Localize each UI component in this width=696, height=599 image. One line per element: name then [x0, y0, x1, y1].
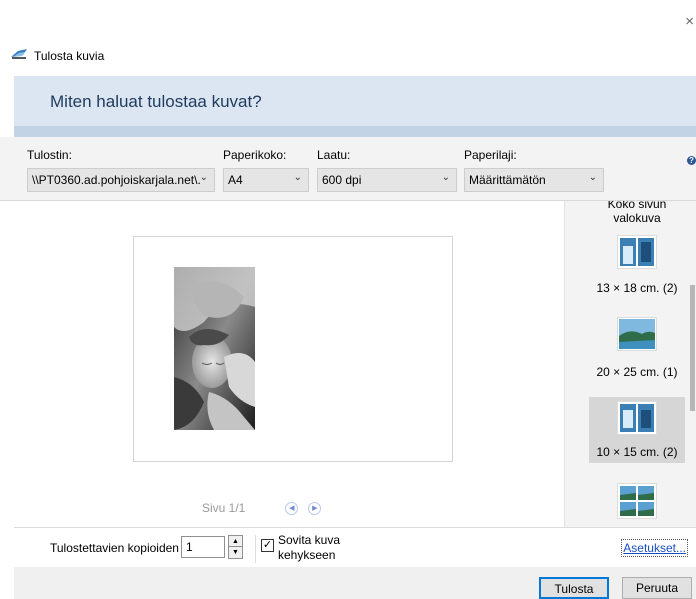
print-pictures-dialog: × Tulosta kuvia Miten haluat tulostaa ku… [0, 0, 696, 599]
preview-page [133, 236, 453, 462]
layout-thumbnail [617, 401, 657, 435]
next-page-icon[interactable]: ▶ [308, 501, 322, 515]
layout-10x15[interactable]: 10 × 15 cm. (2) [589, 397, 685, 463]
divider [255, 535, 256, 563]
paper-size-value: A4 [228, 173, 243, 187]
cancel-button[interactable]: Peruuta [622, 577, 692, 599]
printer-select[interactable]: \\PT0360.ad.pohjoiskarjala.net\. ⌄ [27, 168, 215, 192]
settings-link[interactable]: Asetukset... [621, 539, 688, 557]
quality-select[interactable]: 600 dpi ⌄ [317, 168, 457, 192]
layout-caption: 20 × 25 cm. (1) [596, 365, 678, 379]
layout-thumbnail [617, 317, 657, 351]
help-icon[interactable]: ? [687, 156, 696, 165]
increment-icon[interactable]: ▲ [229, 536, 242, 547]
layout-header: Koko sivun valokuva [607, 201, 667, 225]
close-icon[interactable]: × [685, 14, 694, 29]
layout-wallet[interactable] [589, 481, 685, 527]
printer-value: \\PT0360.ad.pohjoiskarjala.net\. [32, 173, 201, 187]
footer-options: Tulostettavien kopioiden 1 ▲ ▼ ✓ Sovita … [14, 527, 696, 567]
print-preview: Sivu 1/1 ◀ ▶ [14, 201, 564, 527]
layout-20x25[interactable]: 20 × 25 cm. (1) [589, 315, 685, 383]
paper-type-label: Paperilaji: [464, 148, 517, 162]
layout-list: Koko sivun valokuva 13 × 18 cm. (2) 20 ×… [564, 201, 696, 527]
quality-label: Laatu: [317, 148, 351, 162]
header-banner: Miten haluat tulostaa kuvat? [14, 76, 696, 126]
quality-value: 600 dpi [322, 173, 362, 187]
fit-picture-label: Sovita kuva kehykseen [278, 533, 341, 562]
copies-stepper[interactable]: ▲ ▼ [228, 535, 243, 559]
page-title: Miten haluat tulostaa kuvat? [50, 92, 262, 111]
paper-type-select[interactable]: Määrittämätön ⌄ [464, 168, 604, 192]
copies-input[interactable]: 1 [181, 536, 225, 558]
layout-13x18[interactable]: 13 × 18 cm. (2) [589, 233, 685, 299]
title-bar: Tulosta kuvia [10, 48, 104, 63]
paper-size-label: Paperikoko: [223, 148, 287, 162]
printer-label: Tulostin: [27, 148, 72, 162]
decrement-icon[interactable]: ▼ [229, 547, 242, 558]
button-bar: Tulosta Peruuta [14, 567, 696, 599]
print-button[interactable]: Tulosta [539, 577, 609, 599]
banner-divider [14, 126, 696, 137]
layout-thumbnail [617, 235, 657, 269]
paper-type-value: Määrittämätön [469, 173, 546, 187]
preview-photo [174, 267, 255, 430]
previous-page-icon[interactable]: ◀ [285, 501, 299, 515]
chevron-down-icon: ⌄ [441, 172, 450, 183]
copies-label: Tulostettavien kopioiden [50, 541, 179, 555]
page-indicator: Sivu 1/1 [202, 501, 246, 515]
layout-scroll-thumb[interactable] [690, 285, 695, 411]
page-navigator: Sivu 1/1 ◀ ▶ [202, 501, 322, 515]
print-pictures-icon [10, 48, 28, 63]
fit-picture-checkbox[interactable]: ✓ [261, 539, 274, 552]
layout-caption: 13 × 18 cm. (2) [596, 281, 678, 295]
window-title: Tulosta kuvia [34, 48, 105, 63]
chevron-down-icon: ⌄ [588, 172, 597, 183]
paper-size-select[interactable]: A4 ⌄ [223, 168, 309, 192]
chevron-down-icon: ⌄ [293, 172, 302, 183]
print-options-bar: Tulostin: \\PT0360.ad.pohjoiskarjala.net… [0, 137, 696, 201]
layout-thumbnail [617, 483, 657, 519]
chevron-down-icon: ⌄ [199, 172, 208, 183]
layout-caption: 10 × 15 cm. (2) [596, 445, 678, 459]
